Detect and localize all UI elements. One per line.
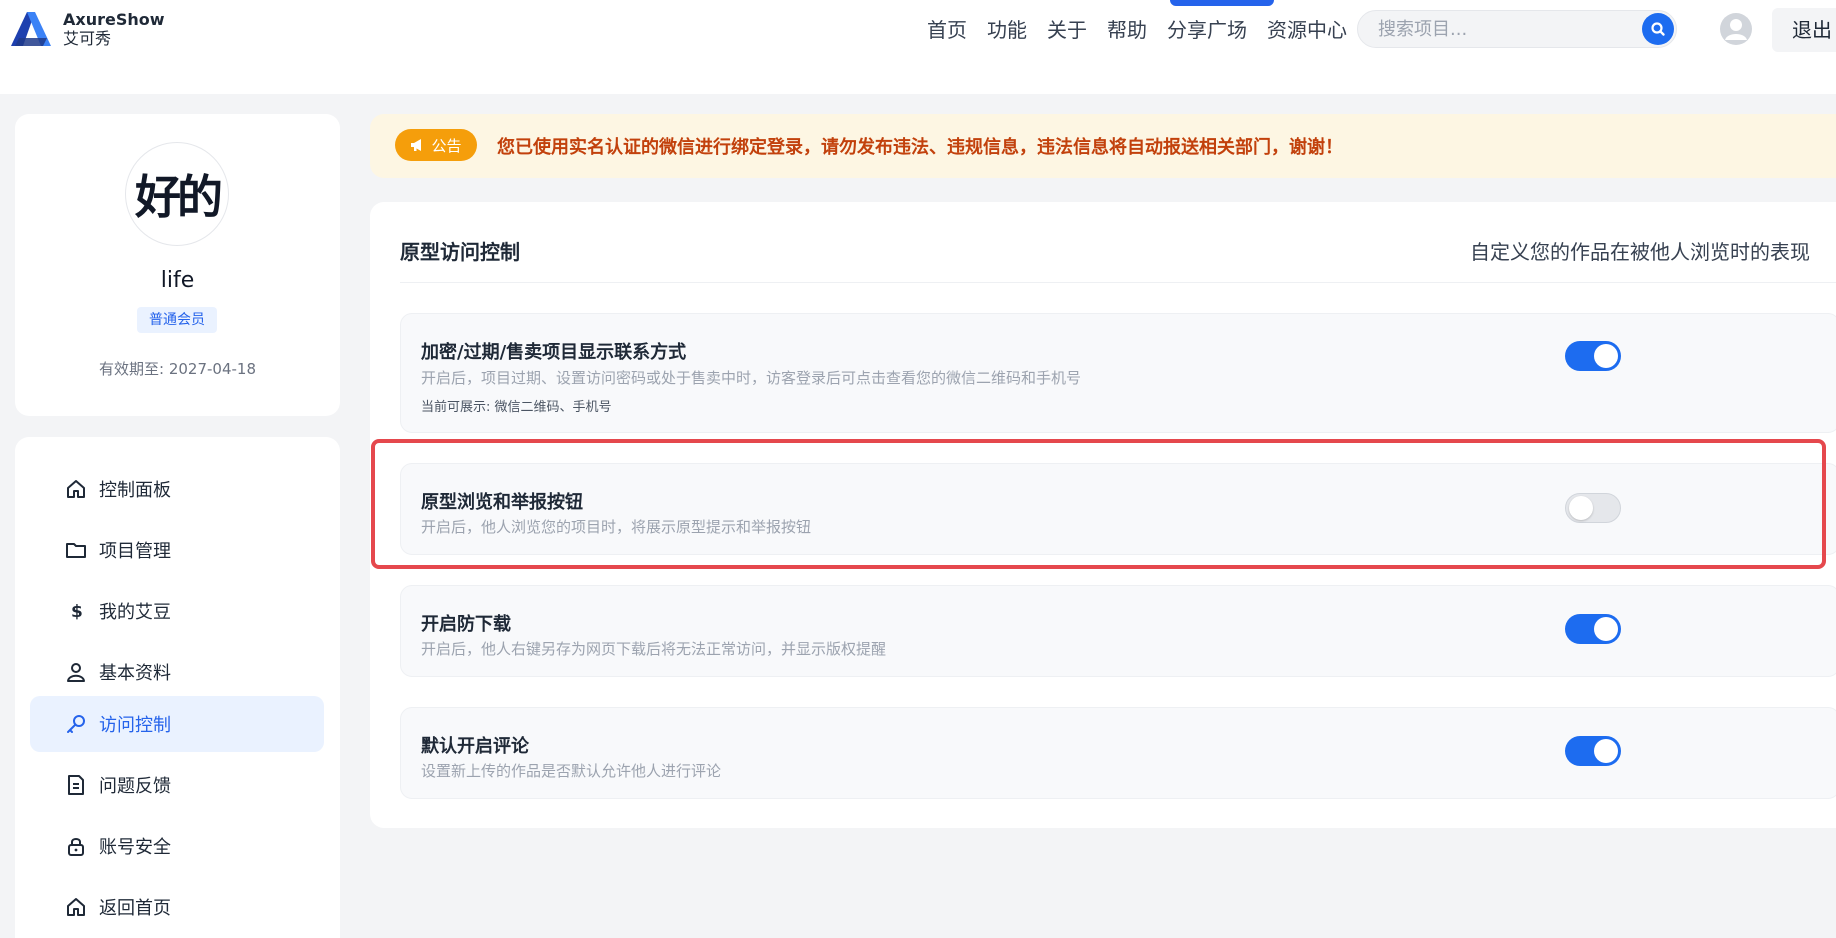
toggle-contact-display[interactable]	[1565, 341, 1621, 371]
svg-text:$: $	[71, 602, 83, 622]
menu-item-label: 基本资料	[99, 663, 171, 684]
folder-icon	[66, 543, 86, 558]
menu-item-label: 项目管理	[99, 541, 171, 562]
profile-card: 好的 life 普通会员 有效期至: 2027-04-18	[15, 114, 340, 416]
toggle-anti-download[interactable]	[1565, 614, 1621, 644]
menu-item-label: 我的艾豆	[99, 602, 171, 623]
nav-features[interactable]: 功能	[977, 14, 1037, 46]
main-nav: 首页 功能 关于 帮助 分享广场 资源中心	[917, 14, 1357, 46]
dollar-icon: $	[71, 602, 83, 622]
panel-title: 原型访问控制	[400, 240, 520, 264]
logo-icon	[11, 12, 51, 46]
menu-item-label: 返回首页	[99, 898, 171, 919]
panel-divider	[400, 282, 1836, 283]
menu-item-access-control[interactable]: 访问控制	[30, 696, 324, 752]
profile-name: life	[160, 268, 195, 293]
key-icon	[67, 715, 85, 733]
announcement-bar: 公告 您已使用实名认证的微信进行绑定登录，请勿发布违法、违规信息，违法信息将自动…	[370, 114, 1836, 178]
profile-avatar[interactable]: 好的	[125, 142, 229, 246]
logo[interactable]: AxureShow 艾可秀	[7, 8, 165, 50]
menu-item-label: 访问控制	[99, 715, 171, 736]
announcement-tag-label: 公告	[431, 136, 462, 155]
nav-resource-center[interactable]: 资源中心	[1257, 14, 1357, 46]
setting-description: 开启后，他人右键另存为网页下载后将无法正常访问，并显示版权提醒	[421, 640, 887, 658]
membership-expiry: 有效期至: 2027-04-18	[99, 360, 256, 378]
logout-button[interactable]: 退出	[1772, 8, 1836, 52]
user-icon	[67, 663, 85, 682]
announcement-tag: 公告	[395, 129, 477, 161]
setting-title: 默认开启评论	[421, 736, 529, 757]
search-input[interactable]	[1378, 19, 1618, 40]
nav-active-indicator	[1170, 0, 1274, 6]
lock-icon	[68, 838, 84, 856]
user-avatar-icon[interactable]	[1719, 12, 1753, 46]
setting-title: 原型浏览和举报按钮	[421, 492, 583, 513]
membership-badge: 普通会员	[137, 307, 217, 333]
setting-description: 开启后，项目过期、设置访问密码或处于售卖中时，访客登录后可点击查看您的微信二维码…	[421, 369, 1082, 387]
profile-avatar-text: 好的	[135, 170, 223, 224]
setting-note: 当前可展示: 微信二维码、手机号	[421, 400, 612, 415]
setting-contact-display: 加密/过期/售卖项目显示联系方式 开启后，项目过期、设置访问密码或处于售卖中时，…	[400, 313, 1836, 433]
side-menu: 控制面板 项目管理 $ 我的艾豆 基本资料 访问控制 问题反馈 账号安全 返回首…	[15, 437, 340, 938]
home-icon	[67, 898, 85, 916]
menu-item-beans[interactable]: $ 我的艾豆	[30, 583, 324, 639]
setting-title: 开启防下载	[421, 614, 511, 635]
menu-item-label: 问题反馈	[99, 776, 171, 797]
menu-item-back-home[interactable]: 返回首页	[30, 879, 324, 935]
menu-item-label: 账号安全	[99, 837, 171, 858]
megaphone-icon	[411, 139, 422, 151]
setting-anti-download: 开启防下载 开启后，他人右键另存为网页下载后将无法正常访问，并显示版权提醒	[400, 585, 1836, 677]
document-icon	[68, 775, 84, 795]
menu-item-label: 控制面板	[99, 480, 171, 501]
nav-help[interactable]: 帮助	[1097, 14, 1157, 46]
nav-home[interactable]: 首页	[917, 14, 977, 46]
setting-description: 开启后，他人浏览您的项目时，将展示原型提示和举报按钮	[421, 518, 812, 536]
nav-share-square[interactable]: 分享广场	[1157, 14, 1257, 46]
home-icon	[67, 480, 85, 498]
search-icon	[1651, 22, 1665, 36]
menu-item-dashboard[interactable]: 控制面板	[30, 461, 324, 517]
setting-description: 设置新上传的作品是否默认允许他人进行评论	[421, 762, 722, 780]
announcement-text: 您已使用实名认证的微信进行绑定登录，请勿发布违法、违规信息，违法信息将自动报送相…	[497, 137, 1343, 158]
logo-chinese-text: 艾可秀	[63, 29, 112, 48]
menu-item-account-security[interactable]: 账号安全	[30, 818, 324, 874]
search-button[interactable]	[1642, 13, 1674, 45]
setting-default-comments: 默认开启评论 设置新上传的作品是否默认允许他人进行评论	[400, 707, 1836, 799]
setting-report-button: 原型浏览和举报按钮 开启后，他人浏览您的项目时，将展示原型提示和举报按钮	[400, 463, 1836, 555]
menu-item-feedback[interactable]: 问题反馈	[30, 757, 324, 813]
menu-item-projects[interactable]: 项目管理	[30, 522, 324, 578]
search-box	[1357, 10, 1677, 48]
access-control-panel: 原型访问控制 自定义您的作品在被他人浏览时的表现 加密/过期/售卖项目显示联系方…	[370, 202, 1836, 828]
top-header: AxureShow 艾可秀 首页 功能 关于 帮助 分享广场 资源中心 退出	[0, 0, 1836, 94]
menu-item-profile[interactable]: 基本资料	[30, 644, 324, 700]
toggle-default-comments[interactable]	[1565, 736, 1621, 766]
nav-about[interactable]: 关于	[1037, 14, 1097, 46]
setting-title: 加密/过期/售卖项目显示联系方式	[421, 342, 687, 363]
logo-english-text: AxureShow	[63, 10, 165, 29]
toggle-report-button[interactable]	[1565, 493, 1621, 523]
panel-subtitle: 自定义您的作品在被他人浏览时的表现	[1470, 240, 1810, 264]
